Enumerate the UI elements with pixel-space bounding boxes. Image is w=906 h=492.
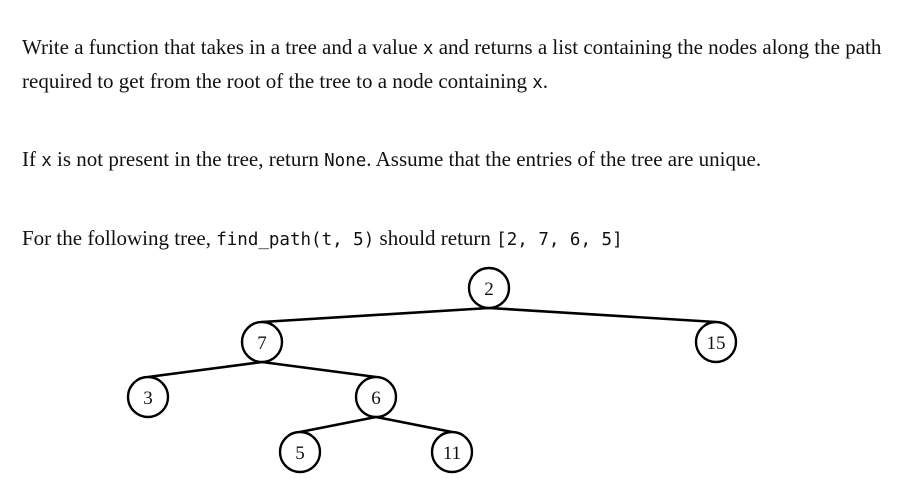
problem-description-text-3: . (542, 69, 549, 93)
none-code: None (324, 151, 367, 171)
missing-value-text-3: . Assume that the entries of the tree ar… (366, 147, 762, 171)
edge-6-5 (299, 415, 377, 434)
example-sentence: For the following tree, find_path(t, 5) … (22, 222, 884, 256)
edge-7-6 (261, 360, 377, 379)
tree-node-15-label: 15 (707, 333, 726, 354)
tree-node-7: 7 (240, 320, 284, 364)
tree-node-3-label: 3 (143, 388, 153, 409)
missing-value-text-1: If (22, 147, 42, 171)
tree-node-11: 11 (430, 430, 474, 474)
param-x-code: x (422, 39, 434, 59)
tree-node-11-label: 11 (443, 443, 461, 464)
example-text-1: For the following tree, (22, 226, 217, 250)
example-text-2: should return (374, 226, 497, 250)
missing-value-note: If x is not present in the tree, return … (22, 143, 884, 177)
edge-7-3 (147, 360, 263, 379)
tree-node-2: 2 (467, 266, 511, 310)
tree-edges (147, 306, 717, 434)
param-x-code-3: x (41, 151, 52, 171)
function-call-code: find_path(t, 5) (216, 230, 375, 250)
tree-node-6-label: 6 (371, 388, 381, 409)
tree-node-2-label: 2 (484, 279, 494, 300)
param-x-code-2: x (532, 73, 543, 93)
missing-value-text-2: is not present in the tree, return (51, 147, 325, 171)
tree-node-5-label: 5 (295, 443, 305, 464)
tree-node-7-label: 7 (257, 333, 267, 354)
expected-result-code: [2, 7, 6, 5] (496, 230, 623, 250)
edge-2-7 (261, 306, 490, 324)
edge-6-11 (375, 415, 453, 434)
tree-node-3: 3 (126, 375, 170, 419)
edge-2-15 (488, 306, 717, 324)
tree-node-15: 15 (694, 320, 738, 364)
tree-node-6: 6 (354, 375, 398, 419)
problem-description-text-1: Write a function that takes in a tree an… (22, 35, 423, 59)
tree-node-5: 5 (278, 430, 322, 474)
problem-description: Write a function that takes in a tree an… (22, 31, 884, 99)
